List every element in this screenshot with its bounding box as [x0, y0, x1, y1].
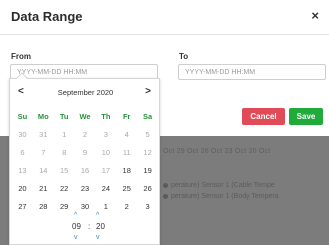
calendar-day[interactable]: 18 — [116, 162, 137, 180]
calendar-day-disabled: 31 — [39, 130, 48, 139]
time-picker: ^ ^ 09 : 20 v v — [10, 210, 161, 244]
close-icon[interactable]: × — [311, 8, 319, 23]
background-legend-item: perature) Sensor 1 (Cable Tempe — [163, 180, 279, 191]
calendar-day-disabled: 11 — [122, 148, 131, 157]
background-legend-text: perature) Sensor 1 (Body Tempera — [171, 193, 279, 200]
calendar-day-disabled: 6 — [20, 148, 25, 157]
calendar-week-row: 20 21 22 23 24 25 26 — [12, 180, 158, 198]
calendar-week-row: 13 14 15 16 17 18 19 — [12, 162, 158, 180]
calendar-day[interactable]: 19 — [137, 162, 158, 180]
to-datetime-input[interactable] — [178, 64, 326, 80]
calendar-day-disabled: 15 — [59, 166, 69, 175]
from-label: From — [11, 52, 31, 61]
month-label[interactable]: September 2020 — [10, 88, 161, 97]
calendar-day-disabled: 5 — [145, 130, 150, 139]
hour-value[interactable]: 09 — [72, 222, 81, 231]
hour-up-icon[interactable]: ^ — [74, 212, 77, 219]
calendar-week-row: 6 7 8 9 10 11 12 — [12, 144, 158, 162]
weekday-label: Sa — [142, 112, 153, 121]
header-divider — [0, 34, 329, 35]
calendar-day[interactable]: 24 — [95, 180, 116, 198]
calendar-day-disabled: 12 — [143, 148, 152, 157]
background-axis-ticks: Oct 29 Oct 26 Oct 23 Oct 20 Oct — [163, 148, 271, 155]
time-separator: : — [88, 222, 91, 231]
calendar-day-disabled: 7 — [41, 148, 46, 157]
calendar-day-disabled: 3 — [103, 130, 108, 139]
weekday-label: Th — [101, 112, 111, 121]
hour-down-icon[interactable]: v — [74, 234, 78, 241]
calendar-day-disabled: 1 — [62, 130, 67, 139]
weekday-label: Tu — [59, 112, 69, 121]
calendar-day-disabled: 30 — [18, 130, 27, 139]
calendar-week-row: 30 31 1 2 3 4 5 — [12, 126, 158, 144]
modal-title: Data Range — [11, 9, 83, 24]
calendar-day[interactable]: 26 — [137, 180, 158, 198]
chevron-right-icon[interactable]: > — [145, 86, 151, 97]
calendar-day-disabled: 14 — [39, 166, 48, 175]
calendar-day[interactable]: 23 — [75, 180, 96, 198]
legend-dot-icon — [163, 182, 168, 188]
weekday-label: Su — [17, 112, 28, 121]
calendar-day-disabled: 16 — [80, 166, 90, 175]
save-button[interactable]: Save — [289, 108, 323, 125]
minute-down-icon[interactable]: v — [96, 234, 100, 241]
weekday-label: We — [79, 112, 91, 121]
cancel-button[interactable]: Cancel — [242, 108, 285, 125]
background-legend: perature) Sensor 1 (Cable Tempe perature… — [163, 180, 279, 202]
calendar-day-disabled: 2 — [82, 130, 88, 139]
calendar-day[interactable]: 20 — [12, 180, 33, 198]
calendar-day[interactable]: 22 — [54, 180, 75, 198]
weekday-label: Mo — [37, 112, 49, 121]
calendar-day-disabled: 10 — [101, 148, 111, 157]
to-label: To — [179, 52, 189, 61]
calendar-grid: Su Mo Tu We Th Fr Sa 30 31 1 2 3 4 5 6 7 8 9 10 11 12 13 14 15… — [12, 108, 158, 216]
legend-dot-icon — [163, 193, 168, 199]
weekday-label: Fr — [122, 112, 131, 121]
calendar-day-disabled: 17 — [101, 166, 111, 175]
calendar-day[interactable]: 21 — [33, 180, 54, 198]
minute-value[interactable]: 20 — [96, 222, 105, 231]
background-legend-text: perature) Sensor 1 (Cable Tempe — [171, 182, 275, 189]
calendar-day[interactable]: 25 — [116, 180, 137, 198]
calendar-day-disabled: 8 — [62, 148, 67, 157]
calendar-day-disabled: 13 — [18, 166, 27, 175]
background-legend-item: perature) Sensor 1 (Body Tempera — [163, 191, 279, 202]
datepicker-popup: < September 2020 > Su Mo Tu We Th Fr Sa 30 31 1 2… — [9, 72, 161, 245]
calendar-day-disabled: 4 — [124, 130, 129, 139]
calendar-day-disabled: 9 — [82, 148, 88, 157]
minute-up-icon[interactable]: ^ — [96, 212, 99, 219]
weekday-header: Su Mo Tu We Th Fr Sa — [12, 108, 158, 126]
